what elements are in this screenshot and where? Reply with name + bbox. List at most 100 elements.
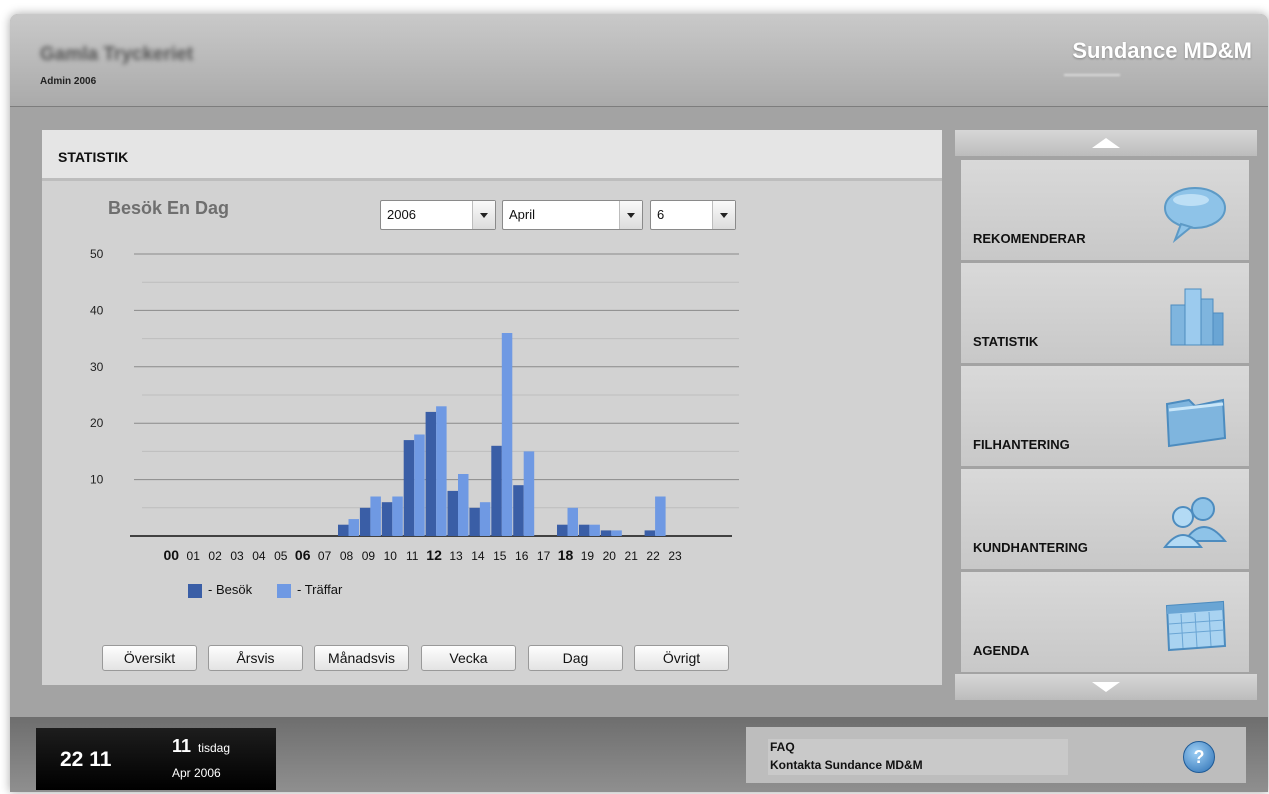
footer-bar: 22 11 11 tisdag Apr 2006 FAQ Kontakta Su… xyxy=(10,717,1268,792)
x-tick-label: 23 xyxy=(668,549,682,563)
x-tick-label: 18 xyxy=(558,547,574,563)
x-tick-label: 00 xyxy=(164,547,180,563)
arrow-up-icon xyxy=(1092,138,1120,148)
help-area: FAQ Kontakta Sundance MD&M ? xyxy=(746,727,1246,783)
bar-traffar-22 xyxy=(655,496,666,536)
x-tick-label: 05 xyxy=(274,549,288,563)
bar-traffar-08 xyxy=(348,519,359,536)
x-tick-label: 22 xyxy=(646,549,660,563)
bar-besok-15 xyxy=(491,445,502,536)
x-tick-label: 21 xyxy=(625,549,639,563)
x-tick-label: 15 xyxy=(493,549,507,563)
clock-widget: 22 11 11 tisdag Apr 2006 xyxy=(36,728,276,790)
sidebar-item-label: STATISTIK xyxy=(973,334,1039,349)
brand-logo: Sundance MD&M xyxy=(1072,38,1252,63)
dag-button[interactable]: Dag xyxy=(528,645,623,671)
vecka-button[interactable]: Vecka xyxy=(421,645,516,671)
legend-label-traffar: - Träffar xyxy=(297,582,343,597)
sidebar-item-rekomenderar[interactable]: REKOMENDERAR xyxy=(961,160,1249,260)
y-tick-label: 30 xyxy=(90,360,104,374)
x-tick-label: 19 xyxy=(581,549,595,563)
bar-besok-13 xyxy=(447,490,458,536)
contact-label: Kontakta Sundance MD&M xyxy=(770,758,923,772)
x-tick-label: 13 xyxy=(449,549,463,563)
users-icon xyxy=(1162,497,1228,548)
statistics-panel: STATISTIK Besök En Dag 2006 April 6 10 20… xyxy=(42,130,942,685)
manadsvis-button[interactable]: Månadsvis xyxy=(314,645,409,671)
ovrigt-button[interactable]: Övrigt xyxy=(634,645,729,671)
sidebar-item-label: REKOMENDERAR xyxy=(973,231,1086,246)
x-tick-label: 20 xyxy=(603,549,617,563)
y-tick-label: 40 xyxy=(90,303,104,317)
arrow-down-icon xyxy=(1092,682,1120,692)
bar-besok-09 xyxy=(359,507,371,536)
calendar-icon xyxy=(1165,600,1227,652)
y-tick-label: 50 xyxy=(90,247,104,261)
bar-traffar-13 xyxy=(458,474,469,536)
x-tick-label: 08 xyxy=(340,549,354,563)
scroll-up-button[interactable] xyxy=(955,130,1257,156)
sidebar-item-label: KUNDHANTERING xyxy=(973,540,1088,555)
bar-traffar-15 xyxy=(501,333,513,536)
bar-traffar-14 xyxy=(479,502,491,536)
visits-bar-chart: 10 20 30 40 50 00 01 02 03 04 05 06 07 08 09 10 11 12 13 1… xyxy=(90,247,739,563)
folder-icon xyxy=(1165,398,1227,448)
x-tick-label: 06 xyxy=(295,547,311,563)
scroll-down-button[interactable] xyxy=(955,674,1257,700)
faq-label: FAQ xyxy=(770,740,795,754)
x-tick-label: 12 xyxy=(426,547,442,563)
x-tick-label: 04 xyxy=(252,549,266,563)
sidebar-item-statistik[interactable]: STATISTIK xyxy=(961,263,1249,363)
bar-traffar-11 xyxy=(414,434,425,536)
speech-bubble-icon xyxy=(1164,187,1226,244)
bar-traffar-19 xyxy=(589,524,600,536)
bar-besok-14 xyxy=(469,507,480,536)
x-tick-label: 02 xyxy=(208,549,222,563)
bar-traffar-10 xyxy=(392,496,403,536)
bar-besok-12 xyxy=(425,411,437,536)
bar-besok-22 xyxy=(644,530,656,536)
x-tick-label: 09 xyxy=(362,549,376,563)
header-bar: Gamla Tryckeriet Admin 2006 Sundance MD&… xyxy=(10,14,1268,107)
sidebar-item-label: AGENDA xyxy=(973,643,1030,658)
legend-label-besok: - Besök xyxy=(208,582,253,597)
company-name: Gamla Tryckeriet xyxy=(40,44,194,65)
x-tick-label: 11 xyxy=(406,549,419,563)
x-tick-label: 16 xyxy=(515,549,529,563)
arsvis-button[interactable]: Årsvis xyxy=(208,645,303,671)
clock-time: 22 11 xyxy=(60,748,112,771)
bar-traffar-09 xyxy=(370,496,381,536)
sidebar-nav: REKOMENDERAR STATISTIK FILHANTERING KUND… xyxy=(955,130,1257,710)
x-tick-label: 01 xyxy=(187,549,201,563)
bar-besok-20 xyxy=(600,530,612,536)
sidebar-item-kundhantering[interactable]: KUNDHANTERING xyxy=(961,469,1249,569)
oversikt-button[interactable]: Översikt xyxy=(102,645,197,671)
bar-traffar-20 xyxy=(611,530,622,536)
bar-traffar-12 xyxy=(436,406,447,536)
app-window: Gamla Tryckeriet Admin 2006 Sundance MD&… xyxy=(10,14,1268,792)
y-tick-label: 10 xyxy=(90,473,104,487)
faq-link[interactable]: FAQ xyxy=(768,739,1068,757)
bar-besok-18 xyxy=(557,524,568,536)
clock-month-year: Apr 2006 xyxy=(172,766,221,780)
clock-weekday: tisdag xyxy=(198,741,231,755)
x-tick-label: 10 xyxy=(384,549,398,563)
bar-besok-11 xyxy=(403,440,415,536)
clock-day: 11 xyxy=(172,736,192,756)
contact-link[interactable]: Kontakta Sundance MD&M xyxy=(768,757,1068,775)
legend-swatch-traffar xyxy=(277,584,291,598)
y-tick-label: 20 xyxy=(90,416,104,430)
help-icon[interactable]: ? xyxy=(1183,741,1215,773)
bar-besok-16 xyxy=(513,485,524,536)
bar-besok-10 xyxy=(381,502,393,536)
legend-swatch-besok xyxy=(188,584,202,598)
sidebar-item-filhantering[interactable]: FILHANTERING xyxy=(961,366,1249,466)
bar-traffar-18 xyxy=(567,507,578,536)
bar-besok-19 xyxy=(578,524,590,536)
x-tick-label: 17 xyxy=(537,549,551,563)
sidebar-item-label: FILHANTERING xyxy=(973,437,1070,452)
bar-besok-08 xyxy=(338,524,349,536)
sidebar-item-agenda[interactable]: AGENDA xyxy=(961,572,1249,672)
bar-traffar-16 xyxy=(523,451,535,536)
x-tick-label: 14 xyxy=(471,549,485,563)
